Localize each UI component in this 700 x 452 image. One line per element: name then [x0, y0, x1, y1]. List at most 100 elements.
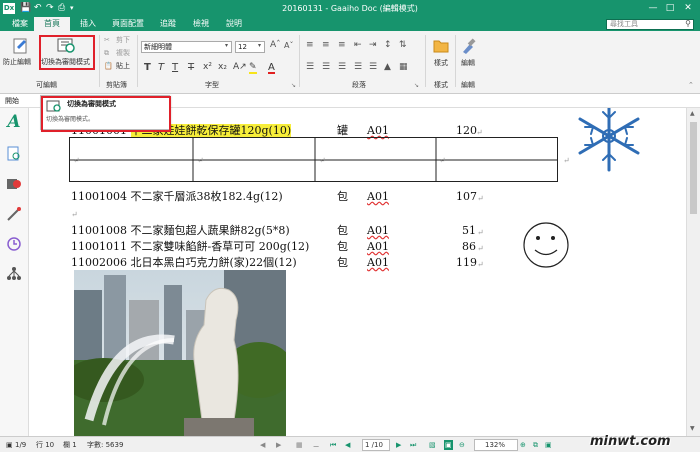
- distribute-icon[interactable]: ☰: [369, 63, 377, 72]
- back-icon[interactable]: ◀: [260, 440, 265, 450]
- chevron-down-icon: ▾: [225, 42, 229, 49]
- history-icon[interactable]: [6, 236, 22, 252]
- bold-icon[interactable]: T: [144, 63, 151, 73]
- tab-view[interactable]: 檢視: [183, 17, 219, 31]
- shrink-font-icon[interactable]: Aˇ: [284, 41, 293, 50]
- magic-wand-icon[interactable]: [6, 206, 22, 222]
- document-table[interactable]: [69, 137, 559, 183]
- merlion-photo[interactable]: [74, 270, 286, 436]
- fullscreen-icon[interactable]: ⧉: [533, 440, 538, 450]
- dialog-launcher-icon[interactable]: ↘: [291, 82, 296, 89]
- align-center-icon[interactable]: ☰: [322, 63, 330, 72]
- font-name-select[interactable]: 新細明體: [141, 41, 232, 53]
- shape-tool-icon[interactable]: [6, 176, 22, 192]
- grow-font-icon[interactable]: Aˆ: [270, 41, 281, 50]
- structure-icon[interactable]: [6, 266, 22, 282]
- close-icon[interactable]: ✕: [681, 2, 695, 15]
- maximize-icon[interactable]: □: [663, 2, 677, 15]
- dialog-launcher-icon[interactable]: ↘: [414, 82, 419, 89]
- shading-icon[interactable]: ▲: [384, 63, 391, 72]
- highlight-box-ribbon: [39, 35, 95, 70]
- protect-edit-icon[interactable]: [12, 37, 30, 55]
- tab-insert[interactable]: 插入: [70, 17, 106, 31]
- document-canvas[interactable]: 11001001 不二家娃娃餅乾保存罐120g(10) 罐 A01 120 ↵ …: [29, 108, 686, 436]
- scroll-up-icon[interactable]: ▲: [690, 110, 695, 117]
- item-qty: 120: [456, 124, 477, 137]
- paragraph-mark: ↵: [439, 156, 446, 165]
- item-code: 11001004: [71, 190, 127, 203]
- vertical-scrollbar[interactable]: ▲ ▼: [686, 108, 700, 436]
- bullet-list-icon[interactable]: ≡: [306, 41, 314, 50]
- fit-width-icon[interactable]: ▧: [429, 440, 436, 450]
- zoom-out-icon[interactable]: ⊖: [459, 440, 465, 450]
- increase-indent-icon[interactable]: ⇥: [369, 41, 377, 50]
- paste-icon: 📋: [104, 62, 113, 70]
- item-code: 11001011: [71, 240, 127, 253]
- justify-icon[interactable]: ☰: [354, 63, 362, 72]
- cut-button[interactable]: 剪下: [116, 36, 130, 45]
- next-page-icon[interactable]: ▶: [396, 440, 401, 450]
- tab-home[interactable]: 首頁: [34, 17, 70, 31]
- forward-icon[interactable]: ▶: [276, 440, 281, 450]
- borders-icon[interactable]: ▦: [399, 63, 408, 72]
- number-list-icon[interactable]: ≡: [322, 41, 330, 50]
- paragraph-mark: ↵: [71, 210, 78, 219]
- copy-button[interactable]: 複製: [116, 49, 130, 58]
- doc-line[interactable]: 11002006 北日本黑白巧克力餅(家)22個(12): [71, 256, 297, 269]
- doc-line[interactable]: 11001008 不二家麵包超人蔬果餅82g(5*8): [71, 224, 290, 237]
- collapse-ribbon-icon[interactable]: ⌃: [688, 81, 694, 89]
- multilevel-list-icon[interactable]: ≡: [338, 41, 346, 50]
- info-bar-label: 開始: [5, 97, 19, 105]
- last-page-icon[interactable]: ⏭: [410, 440, 416, 450]
- fit-page-icon[interactable]: ▣: [444, 440, 453, 450]
- sort-icon[interactable]: ⇅: [399, 41, 407, 50]
- item-qty: 51: [462, 224, 476, 237]
- snowflake-image[interactable]: [569, 108, 649, 178]
- search-icon[interactable]: ⚲: [685, 19, 691, 28]
- align-left-icon[interactable]: ☰: [306, 63, 314, 72]
- paste-button[interactable]: 貼上: [116, 62, 130, 71]
- strikethrough-icon[interactable]: T: [188, 63, 194, 73]
- page-view-icon[interactable]: [6, 146, 22, 162]
- underline-icon[interactable]: T: [172, 63, 178, 73]
- tab-help[interactable]: 說明: [216, 17, 252, 31]
- tab-page-layout[interactable]: 頁面配置: [102, 17, 154, 31]
- line-spacing-icon[interactable]: ↕: [384, 41, 392, 50]
- status-column: 欄 1: [63, 441, 77, 449]
- italic-icon[interactable]: T: [158, 63, 164, 73]
- watermark-text: minwt.com: [590, 434, 671, 449]
- zoom-in-icon[interactable]: ⊕: [520, 440, 526, 450]
- grid-icon[interactable]: ▦: [296, 440, 303, 450]
- text-tool-icon[interactable]: A: [6, 114, 22, 131]
- protect-edit-button[interactable]: 防止編輯: [3, 58, 31, 67]
- search-input[interactable]: 尋找工具: [606, 19, 694, 30]
- superscript-icon[interactable]: x²: [203, 63, 212, 72]
- clear-format-icon[interactable]: A↗: [233, 63, 247, 72]
- style-button[interactable]: 樣式: [434, 59, 448, 68]
- editing-button[interactable]: 編輯: [461, 59, 475, 68]
- brush-icon[interactable]: [460, 38, 476, 54]
- align-right-icon[interactable]: ☰: [338, 63, 346, 72]
- minimize-icon[interactable]: —: [646, 2, 660, 15]
- first-page-icon[interactable]: ⏮: [330, 440, 336, 450]
- fit-window-icon[interactable]: ▣: [545, 440, 552, 450]
- style-icon[interactable]: [433, 38, 449, 54]
- font-color-icon[interactable]: A: [268, 63, 275, 74]
- zoom-select[interactable]: 132%: [474, 439, 518, 451]
- decrease-indent-icon[interactable]: ⇤: [354, 41, 362, 50]
- highlight-color-icon[interactable]: ✎: [249, 63, 257, 74]
- doc-line[interactable]: 11001011 不二家雙味餡餅-香草可可 200g(12): [71, 240, 309, 253]
- prev-page-icon[interactable]: ◀: [345, 440, 350, 450]
- tab-track[interactable]: 追蹤: [150, 17, 186, 31]
- status-bar: ▣ 1/9 行 10 欄 1 字數: 5639 ◀ ▶ ▦ ⚊ ⏮ ◀ 1 /1…: [0, 434, 700, 452]
- doc-line[interactable]: 11001004 不二家千層派38枚182.4g(12): [71, 190, 283, 203]
- smiley-face-shape[interactable]: [522, 220, 570, 270]
- item-unit: 包: [337, 240, 348, 253]
- page-number-input[interactable]: 1 /10: [362, 439, 390, 451]
- highlight-box-tooltip: [41, 96, 171, 132]
- tab-file[interactable]: 檔案: [2, 17, 38, 31]
- scroll-down-icon[interactable]: ▼: [690, 425, 695, 432]
- subscript-icon[interactable]: x₂: [218, 63, 227, 72]
- zoom-out-small-icon[interactable]: ⚊: [313, 440, 319, 450]
- scrollbar-thumb[interactable]: [690, 122, 697, 214]
